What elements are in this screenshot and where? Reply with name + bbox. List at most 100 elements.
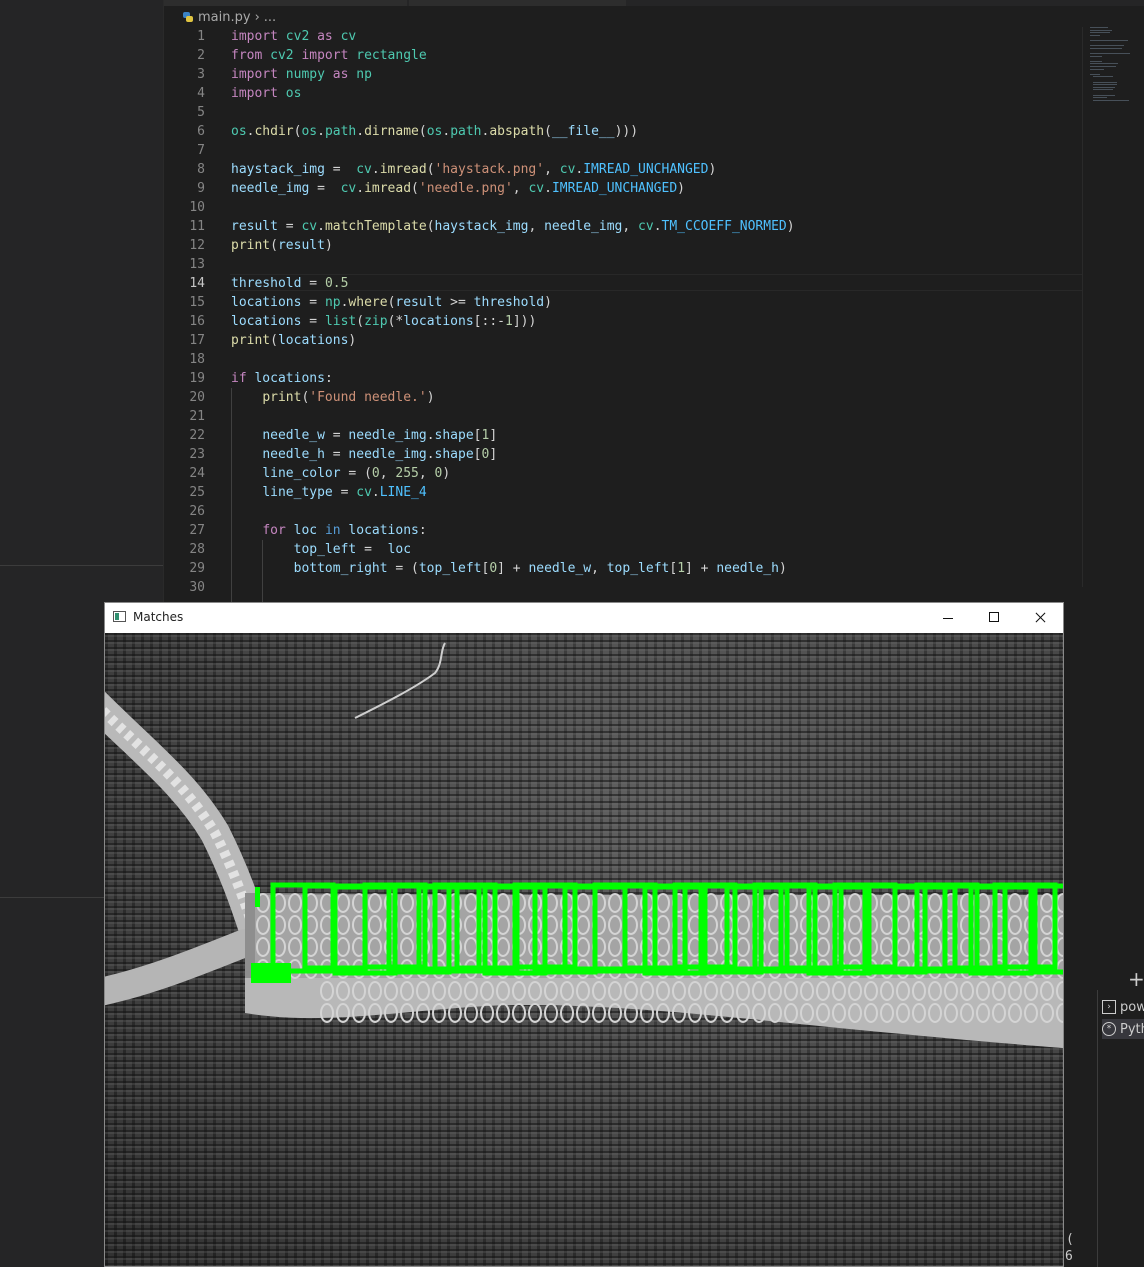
code-line[interactable]: 13	[164, 255, 1124, 274]
code-text[interactable]: print('Found needle.')	[231, 388, 434, 407]
debug-icon: *	[1102, 1022, 1116, 1036]
matches-window[interactable]: Matches	[104, 602, 1064, 1267]
loose-fiber	[354, 642, 446, 719]
code-line[interactable]: 3 import numpy as np	[164, 65, 1124, 84]
terminal-list-item[interactable]: › powershell	[1102, 997, 1144, 1017]
code-line[interactable]: 18	[164, 350, 1124, 369]
stitch-loop	[528, 1003, 542, 1023]
code-line[interactable]: 2 from cv2 import rectangle	[164, 46, 1124, 65]
code-text[interactable]: import cv2 as cv	[231, 27, 356, 46]
stitch-loop	[544, 1003, 558, 1023]
line-number: 18	[189, 352, 205, 367]
code-text[interactable]: needle_w = needle_img.shape[1]	[231, 426, 497, 445]
line-number: 14	[189, 276, 205, 291]
line-number: 17	[189, 333, 205, 348]
code-line[interactable]: 8 haystack_img = cv.imread('haystack.png'…	[164, 160, 1124, 179]
code-text[interactable]: print(locations)	[231, 331, 356, 350]
code-line[interactable]: 7	[164, 141, 1124, 160]
code-line[interactable]: 12 print(result)	[164, 236, 1124, 255]
line-number: 22	[189, 428, 205, 443]
code-text[interactable]: threshold = 0.5	[231, 274, 348, 293]
terminal-list-item[interactable]: * Python Debug Console	[1102, 1019, 1144, 1039]
code-line[interactable]: 10	[164, 198, 1124, 217]
minimap[interactable]	[1090, 27, 1134, 107]
line-number: 5	[197, 105, 205, 120]
line-number: 2	[197, 48, 205, 63]
breadcrumb-more[interactable]: ...	[264, 10, 276, 25]
window-titlebar[interactable]: Matches	[105, 603, 1063, 633]
line-number: 25	[189, 485, 205, 500]
line-number: 28	[189, 542, 205, 557]
new-terminal-button[interactable]: +	[1128, 967, 1144, 991]
code-line[interactable]: 1 import cv2 as cv	[164, 27, 1124, 46]
code-line[interactable]: 22 needle_w = needle_img.shape[1]	[164, 426, 1124, 445]
match-image-svg	[105, 642, 1063, 1048]
code-text[interactable]: needle_img = cv.imread('needle.png', cv.…	[231, 179, 685, 198]
line-number: 7	[197, 143, 205, 158]
code-text[interactable]: needle_h = needle_img.shape[0]	[231, 445, 497, 464]
code-text[interactable]: bottom_right = (top_left[0] + needle_w, …	[231, 559, 787, 578]
yarn-strand	[105, 929, 259, 1006]
code-line[interactable]: 24 line_color = (0, 255, 0)	[164, 464, 1124, 483]
code-line[interactable]: 14 threshold = 0.5	[164, 274, 1124, 293]
line-number: 24	[189, 466, 205, 481]
line-number: 26	[189, 504, 205, 519]
code-line[interactable]: 9 needle_img = cv.imread('needle.png', cv…	[164, 179, 1124, 198]
code-line[interactable]: 25 line_type = cv.LINE_4	[164, 483, 1124, 502]
match-rectangle-overlap	[251, 963, 291, 983]
breadcrumb-file[interactable]: main.py	[198, 10, 251, 25]
code-text[interactable]: os.chdir(os.path.dirname(os.path.abspath…	[231, 122, 638, 141]
python-file-icon	[182, 11, 194, 23]
code-text[interactable]: locations = list(zip(*locations[::-1]))	[231, 312, 536, 331]
code-line[interactable]: 16 locations = list(zip(*locations[::-1])…	[164, 312, 1124, 331]
code-text[interactable]: haystack_img = cv.imread('haystack.png',…	[231, 160, 716, 179]
close-button[interactable]	[1017, 603, 1063, 633]
code-line[interactable]: 29 bottom_right = (top_left[0] + needle_…	[164, 559, 1124, 578]
code-line[interactable]: 15 locations = np.where(result >= thresho…	[164, 293, 1124, 312]
code-text[interactable]: locations = np.where(result >= threshold…	[231, 293, 552, 312]
code-text[interactable]: for loc in locations:	[231, 521, 426, 540]
code-text[interactable]: from cv2 import rectangle	[231, 46, 427, 65]
code-line[interactable]: 17 print(locations)	[164, 331, 1124, 350]
code-line[interactable]: 21	[164, 407, 1124, 426]
code-text[interactable]: import numpy as np	[231, 65, 372, 84]
code-line[interactable]: 30	[164, 578, 1124, 597]
code-line[interactable]: 4 import os	[164, 84, 1124, 103]
stitch-loop	[496, 1003, 510, 1023]
window-app-icon	[113, 611, 126, 622]
code-line[interactable]: 11 result = cv.matchTemplate(haystack_img…	[164, 217, 1124, 236]
code-text[interactable]: result = cv.matchTemplate(haystack_img, …	[231, 217, 795, 236]
code-line[interactable]: 26	[164, 502, 1124, 521]
breadcrumb[interactable]: main.py › ...	[182, 8, 276, 26]
code-text[interactable]: print(result)	[231, 236, 333, 255]
code-line[interactable]: 20 print('Found needle.')	[164, 388, 1124, 407]
line-number: 8	[197, 162, 205, 177]
code-text[interactable]: import os	[231, 84, 301, 103]
code-line[interactable]: 5	[164, 103, 1124, 122]
code-line[interactable]: 19 if locations:	[164, 369, 1124, 388]
line-number: 15	[189, 295, 205, 310]
line-number: 16	[189, 314, 205, 329]
code-text[interactable]: top_left = loc	[231, 540, 411, 559]
stitch-loop	[512, 1003, 526, 1023]
code-line[interactable]: 23 needle_h = needle_img.shape[0]	[164, 445, 1124, 464]
code-line[interactable]: 27 for loc in locations:	[164, 521, 1124, 540]
code-editor[interactable]: main.py › ... 1 import cv2 as cv 2 from cv2…	[164, 0, 1144, 602]
line-number: 3	[197, 67, 205, 82]
stitch-loop	[560, 1003, 574, 1023]
minimize-button[interactable]	[925, 603, 971, 633]
terminal-output-fragment: (	[1066, 1232, 1074, 1247]
line-number: 27	[189, 523, 205, 538]
terminal-label: powershell	[1120, 999, 1144, 1015]
maximize-button[interactable]	[971, 603, 1017, 633]
window-title: Matches	[133, 610, 184, 624]
code-text[interactable]: line_type = cv.LINE_4	[231, 483, 426, 502]
code-line[interactable]: 28 top_left = loc	[164, 540, 1124, 559]
tab-strip	[164, 0, 1144, 6]
code-line[interactable]: 6 os.chdir(os.path.dirname(os.path.abspat…	[164, 122, 1124, 141]
code-text[interactable]: line_color = (0, 255, 0)	[231, 464, 450, 483]
line-number: 20	[189, 390, 205, 405]
code-text[interactable]: if locations:	[231, 369, 333, 388]
minimap-border	[1082, 27, 1083, 587]
match-image	[105, 633, 1063, 1266]
